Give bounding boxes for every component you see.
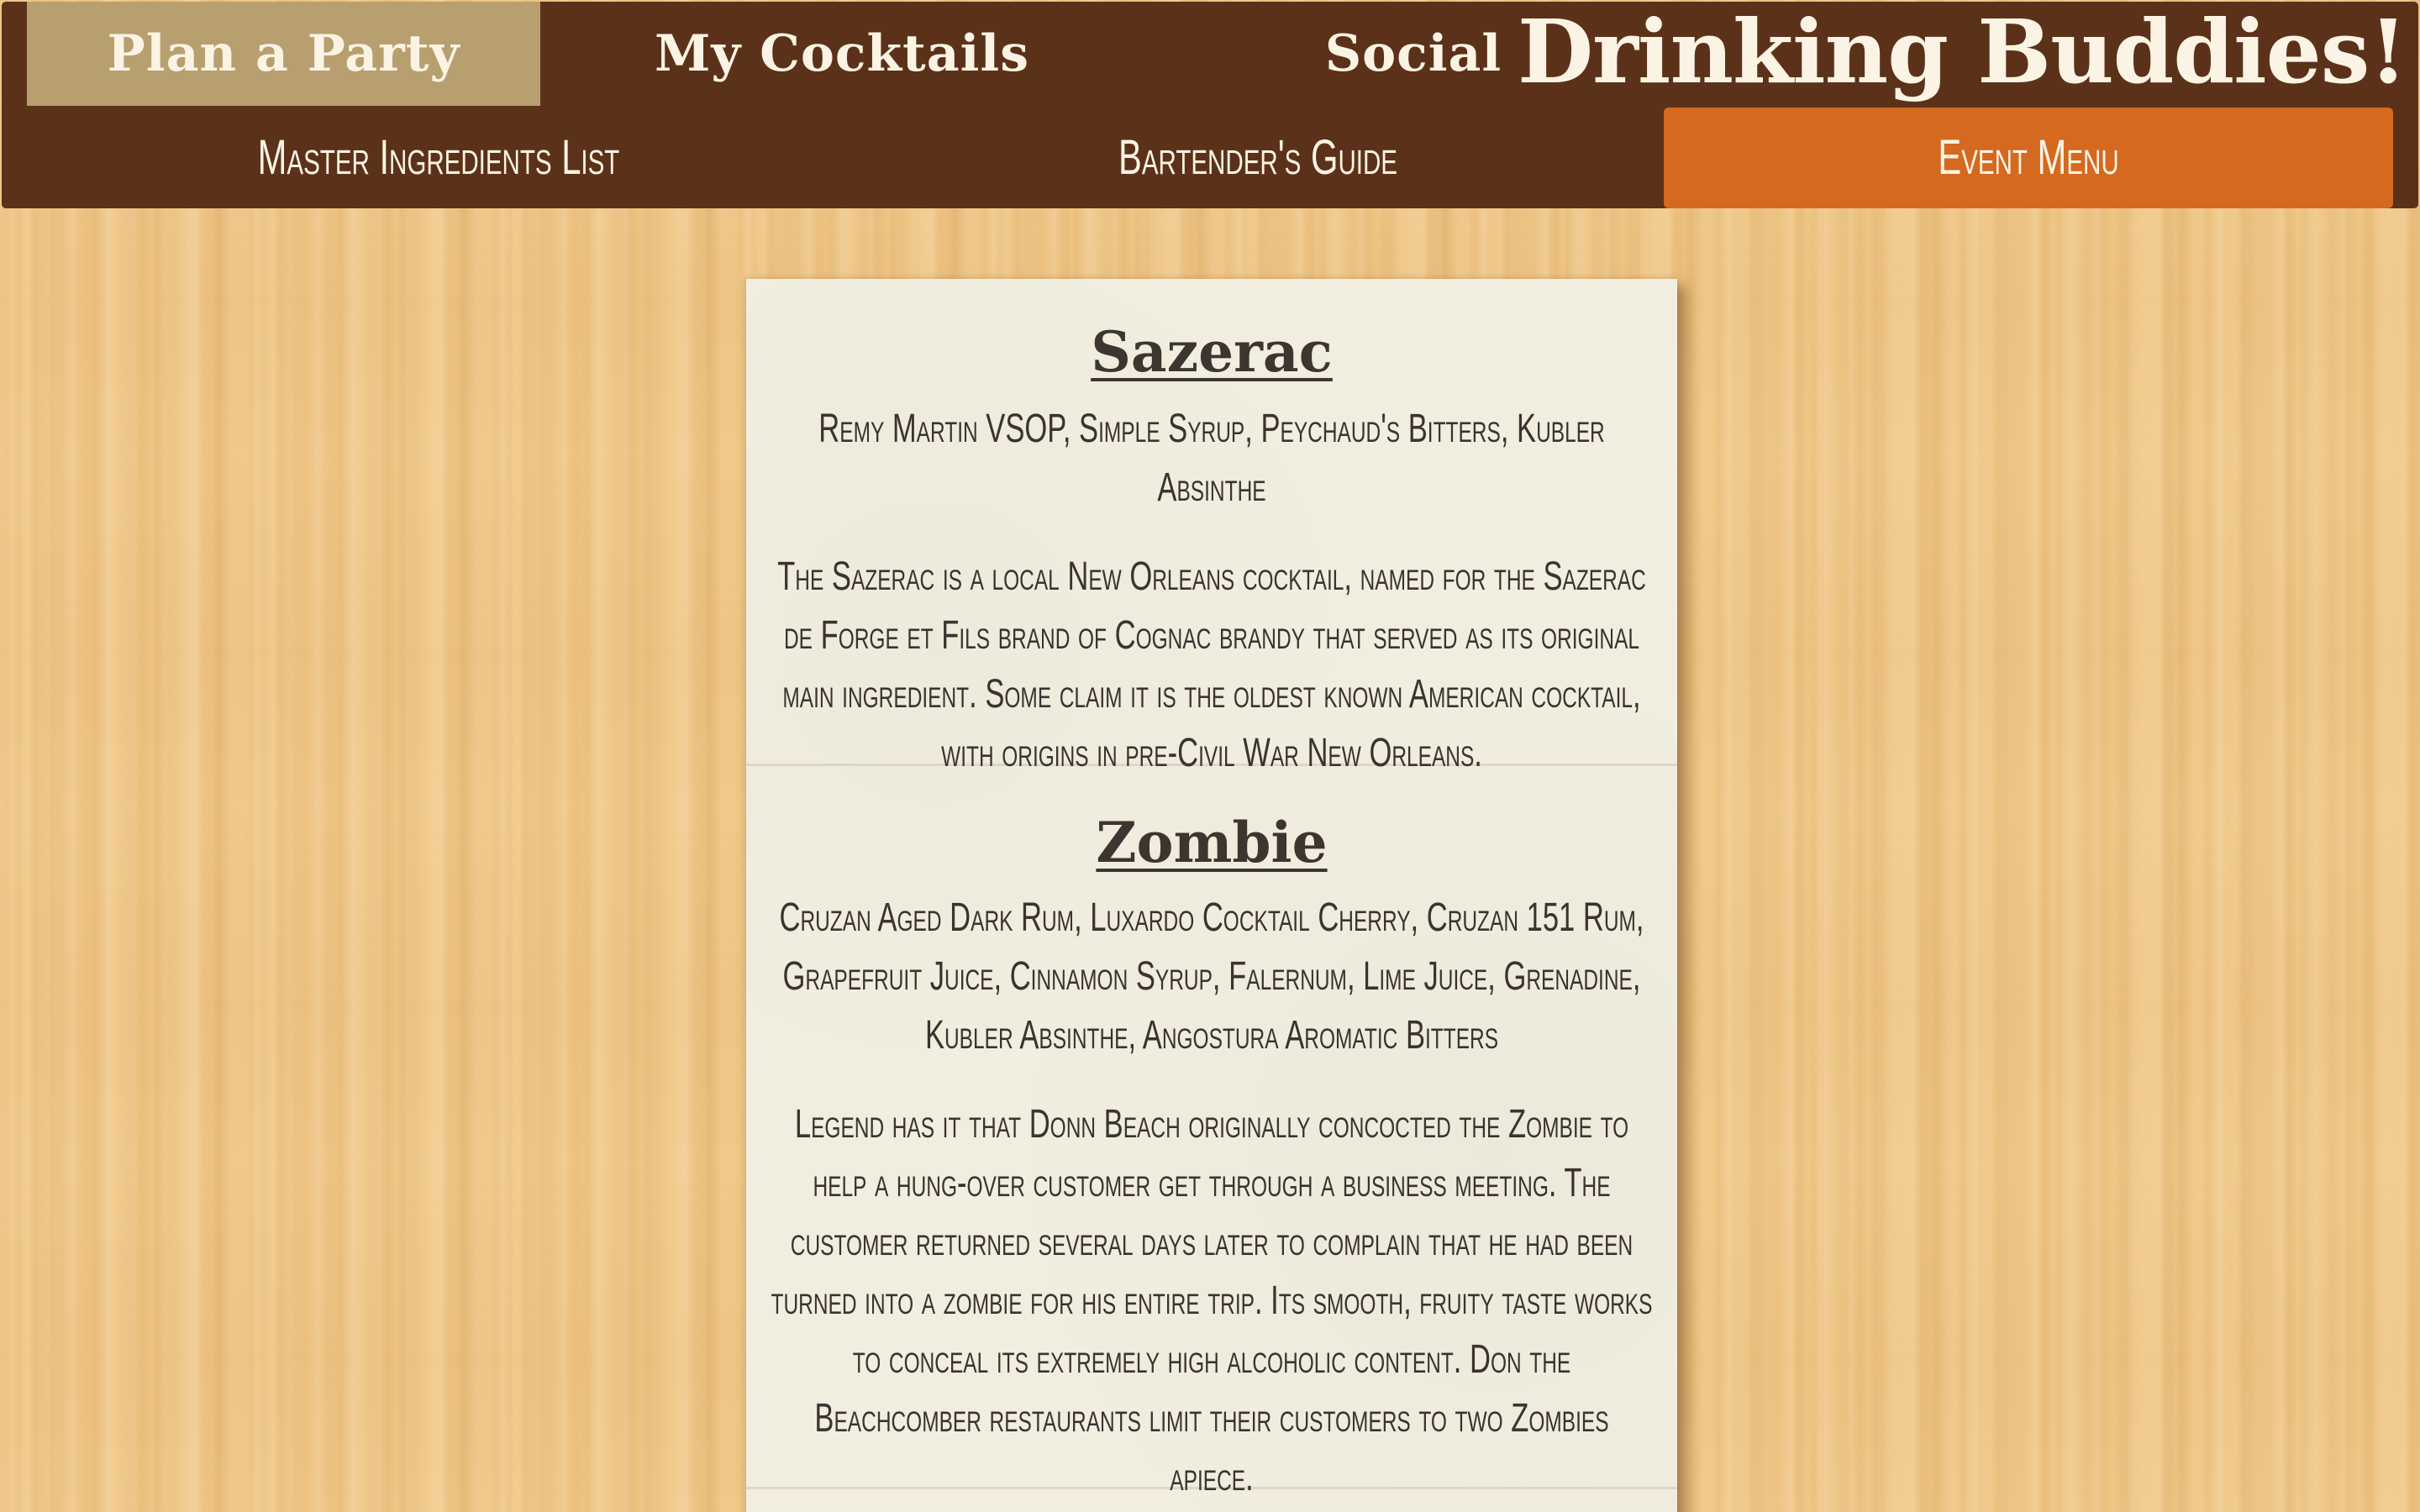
nav-plan-a-party[interactable]: Plan a Party: [27, 2, 540, 106]
event-menu-card: Sazerac Remy Martin VSOP, Simple Syrup, …: [746, 279, 1677, 1512]
drink-description: Legend has it that Donn Beach originally…: [771, 1102, 1653, 1499]
nav-my-cocktails[interactable]: My Cocktails: [581, 2, 1102, 106]
drink-name: Sazerac: [1091, 319, 1333, 385]
brand-logo[interactable]: Drinking Buddies!: [1518, 0, 2407, 103]
subnav-event-menu[interactable]: Event Menu: [1766, 108, 2291, 207]
menu-item: Sazerac Remy Martin VSOP, Simple Syrup, …: [746, 279, 1677, 775]
drink-ingredients: Remy Martin VSOP, Simple Syrup, Peychaud…: [818, 407, 1605, 510]
menu-item: Zombie Cruzan Aged Dark Rum, Luxardo Coc…: [746, 766, 1677, 1499]
drink-ingredients: Cruzan Aged Dark Rum, Luxardo Cocktail C…: [779, 895, 1644, 1058]
top-navbar: Plan a Party My Cocktails Social Drinkin…: [2, 0, 2418, 208]
subnav-bartenders-guide[interactable]: Bartender's Guide: [971, 108, 1545, 207]
drink-description: The Sazerac is a local New Orleans cockt…: [777, 554, 1646, 775]
drink-name: Zombie: [1096, 810, 1328, 875]
subnav-master-ingredients-list[interactable]: Master Ingredients List: [148, 108, 729, 207]
